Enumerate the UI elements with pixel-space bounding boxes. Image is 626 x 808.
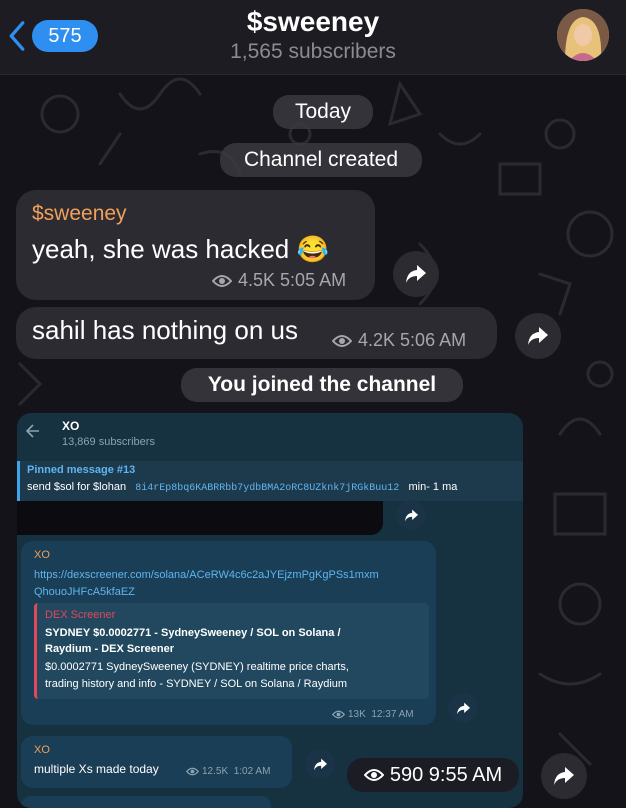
share-arrow-icon [404, 509, 418, 521]
link-preview: DEX Screener SYDNEY $0.0002771 - SydneyS… [34, 603, 429, 699]
embed-post: XO https://dexscreener.com/solana/ACeRW4… [21, 541, 436, 725]
view-count: 4.2K [358, 330, 396, 350]
message-bubble[interactable]: sahil has nothing on us 4.2K 5:06 AM [16, 307, 497, 359]
eye-icon [212, 274, 232, 287]
eye-icon [363, 769, 384, 781]
date-pill: Today [273, 95, 373, 129]
eye-icon [332, 710, 345, 719]
forward-button[interactable] [541, 753, 587, 799]
embed-forward-button [305, 749, 335, 779]
embed-post-text: multiple Xs made today [34, 762, 159, 776]
preview-title: SYDNEY $0.0002771 - SydneySweeney / SOL … [45, 627, 341, 655]
view-count: 590 [389, 763, 424, 786]
embed-header: XO 13,869 subscribers [17, 413, 523, 457]
embed-post-link: https://dexscreener.com/solana/ACeRW4c6c… [34, 569, 379, 598]
embed-post-meta: 13K 12:37 AM [332, 709, 414, 720]
forward-button[interactable] [393, 251, 439, 297]
preview-site: DEX Screener [45, 609, 116, 621]
eye-icon [186, 767, 199, 776]
share-arrow-icon [456, 702, 470, 714]
pinned-address: 8i4rEp8bq6KABRRbb7ydbBMA2oRC8UZknk7jRGkB… [135, 483, 400, 494]
share-arrow-icon [528, 327, 548, 345]
arrow-left-icon [26, 424, 39, 438]
eye-icon [332, 334, 352, 347]
embed-post-partial [21, 796, 271, 808]
share-arrow-icon [554, 767, 574, 785]
forward-button[interactable] [515, 313, 561, 359]
message-time: 9:55 AM [428, 763, 503, 786]
laughing-emoji-icon: 😂 [296, 234, 329, 264]
message-meta: 4.2K 5:06 AM [332, 330, 466, 351]
message-meta-overlay: 590 9:55 AM [347, 758, 519, 792]
subscriber-count: 1,565 subscribers [230, 40, 396, 63]
embed-dark-bubble [17, 501, 383, 535]
pinned-title: Pinned message #13 [27, 464, 136, 476]
message-author: $sweeney [32, 202, 127, 225]
channel-title[interactable]: $sweeney [0, 6, 626, 38]
avatar-image [557, 9, 609, 61]
embed-forward-button [448, 693, 478, 723]
embed-pinned-message: Pinned message #13 send $sol for $lohan … [17, 461, 523, 501]
share-arrow-icon [313, 758, 327, 770]
message-time: 5:06 AM [400, 330, 467, 350]
message-text: sahil has nothing on us [32, 315, 298, 345]
chat-header: 575 $sweeney 1,565 subscribers [0, 0, 626, 75]
preview-description: $0.0002771 SydneySweeney (SYDNEY) realti… [45, 661, 349, 690]
share-arrow-icon [406, 265, 426, 283]
message-bubble[interactable]: $sweeney yeah, she was hacked 😂 4.5K 5:0… [16, 190, 375, 300]
embed-post: XO multiple Xs made today 12.5K 1:02 AM [21, 736, 292, 788]
service-message-joined: You joined the channel [181, 368, 463, 402]
message-text: yeah, she was hacked 😂 [32, 234, 329, 264]
embed-post-author: XO [34, 549, 50, 561]
view-count: 4.5K [238, 270, 276, 290]
message-meta: 4.5K 5:05 AM [212, 270, 346, 291]
embed-post-author: XO [34, 744, 50, 756]
embedded-screenshot[interactable]: XO 13,869 subscribers Pinned message #13… [17, 413, 523, 808]
embed-forward-button [396, 500, 426, 530]
message-time: 5:05 AM [280, 270, 347, 290]
channel-avatar[interactable] [557, 9, 609, 61]
embed-subscriber-count: 13,869 subscribers [62, 436, 155, 448]
embed-post-meta: 12.5K 1:02 AM [186, 766, 270, 777]
pinned-text: send $sol for $lohan 8i4rEp8bq6KABRRbb7y… [27, 481, 458, 494]
embed-channel-name: XO [62, 419, 80, 433]
service-message-created: Channel created [220, 143, 422, 177]
